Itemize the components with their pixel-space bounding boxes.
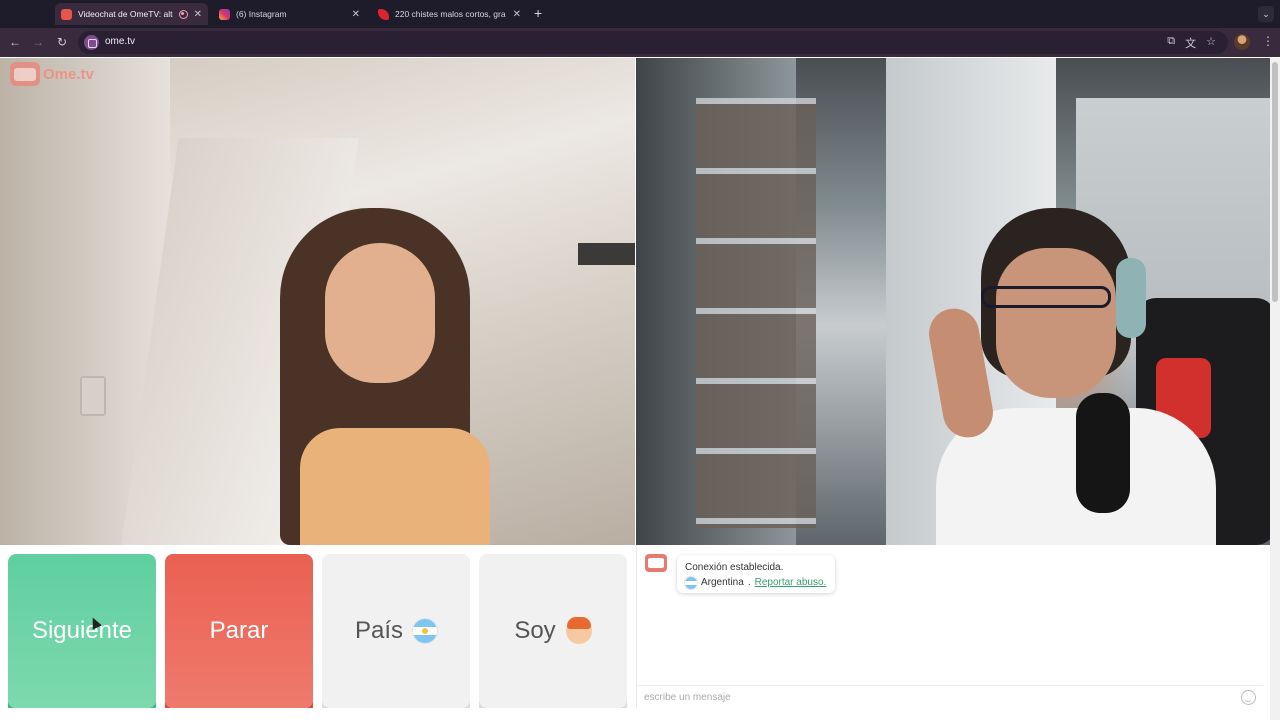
page-scrollbar[interactable]	[1270, 58, 1280, 720]
next-button-label: Siguiente	[31, 617, 133, 644]
site-info-icon[interactable]	[84, 35, 99, 50]
close-tab-icon[interactable]: ✕	[194, 9, 202, 20]
argentina-flag-icon	[413, 619, 438, 643]
instagram-favicon-icon	[219, 8, 230, 20]
browser-toolbar: ← → ↻ ome.tv ⧉ 文 ☆ ⋮	[0, 28, 1280, 57]
next-button[interactable]: Siguiente	[8, 554, 156, 708]
chistes-favicon-icon	[378, 8, 389, 20]
tab-chistes[interactable]: 220 chistes malos cortos, gra ✕	[372, 3, 527, 25]
gender-button-label: Soy	[514, 617, 556, 644]
logo-text: Ome.tv	[43, 65, 94, 83]
system-message: Conexión establecida. Argentina . Report…	[677, 555, 835, 593]
url-text: ome.tv	[105, 36, 136, 47]
address-bar[interactable]: ome.tv ⧉ 文 ☆	[78, 31, 1228, 54]
tab-search-chevron-icon[interactable]: ⌄	[1258, 6, 1274, 22]
chat-panel: Conexión establecida. Argentina . Report…	[636, 545, 1263, 708]
tab-instagram[interactable]: (6) Instagram ✕	[213, 3, 366, 25]
tv-logo-icon	[10, 62, 40, 86]
local-video	[0, 58, 635, 545]
control-panel: Siguiente Parar País Soy	[0, 545, 635, 720]
browser-menu-icon[interactable]: ⋮	[1262, 34, 1274, 48]
new-tab-plus-icon[interactable]: +	[534, 5, 542, 21]
boy-emoji-icon	[565, 617, 592, 644]
ometv-chat-avatar-icon	[645, 554, 667, 572]
recording-icon	[178, 9, 188, 19]
message-input[interactable]	[644, 691, 1241, 703]
ometv-logo: Ome.tv	[10, 62, 94, 86]
scrollbar-thumb[interactable]	[1272, 62, 1278, 302]
close-tab-icon[interactable]: ✕	[513, 9, 521, 20]
reload-icon[interactable]: ↻	[57, 35, 67, 49]
translate-icon[interactable]: 文	[1185, 35, 1196, 51]
connection-status: Conexión establecida.	[685, 562, 784, 573]
forward-arrow-icon[interactable]: →	[32, 35, 44, 49]
country-button-label: País	[354, 617, 404, 644]
tab-ometv[interactable]: Videochat de OmeTV: alte ✕	[55, 3, 208, 25]
country-filter-button[interactable]: País	[322, 554, 470, 708]
bottom-strip	[0, 708, 1270, 720]
message-bar	[637, 685, 1263, 708]
ometv-favicon-icon	[61, 8, 72, 20]
tab-title: Videochat de OmeTV: alte	[78, 9, 173, 19]
tab-title: (6) Instagram	[236, 9, 287, 19]
address-bar-actions: ⧉ 文 ☆	[1167, 35, 1216, 51]
separator: .	[747, 577, 751, 588]
report-abuse-link[interactable]: Reportar abuso.	[755, 575, 827, 590]
profile-avatar[interactable]	[1234, 34, 1250, 50]
emoji-smile-icon[interactable]	[1241, 689, 1256, 705]
close-tab-icon[interactable]: ✕	[352, 9, 360, 20]
back-arrow-icon[interactable]: ←	[9, 35, 21, 49]
argentina-flag-icon	[685, 576, 697, 589]
stop-button-label: Parar	[209, 617, 269, 644]
browser-tab-bar: Videochat de OmeTV: alte ✕ (6) Instagram…	[0, 0, 1280, 28]
tab-title: 220 chistes malos cortos, gra	[395, 9, 506, 19]
gender-select-button[interactable]: Soy	[479, 554, 627, 708]
remote-video	[636, 58, 1270, 545]
bookmark-star-icon[interactable]: ☆	[1206, 35, 1216, 51]
stop-button[interactable]: Parar	[165, 554, 313, 708]
partner-country: Argentina	[701, 577, 744, 588]
country-line: Argentina . Reportar abuso.	[685, 575, 827, 590]
open-external-icon[interactable]: ⧉	[1167, 35, 1175, 51]
